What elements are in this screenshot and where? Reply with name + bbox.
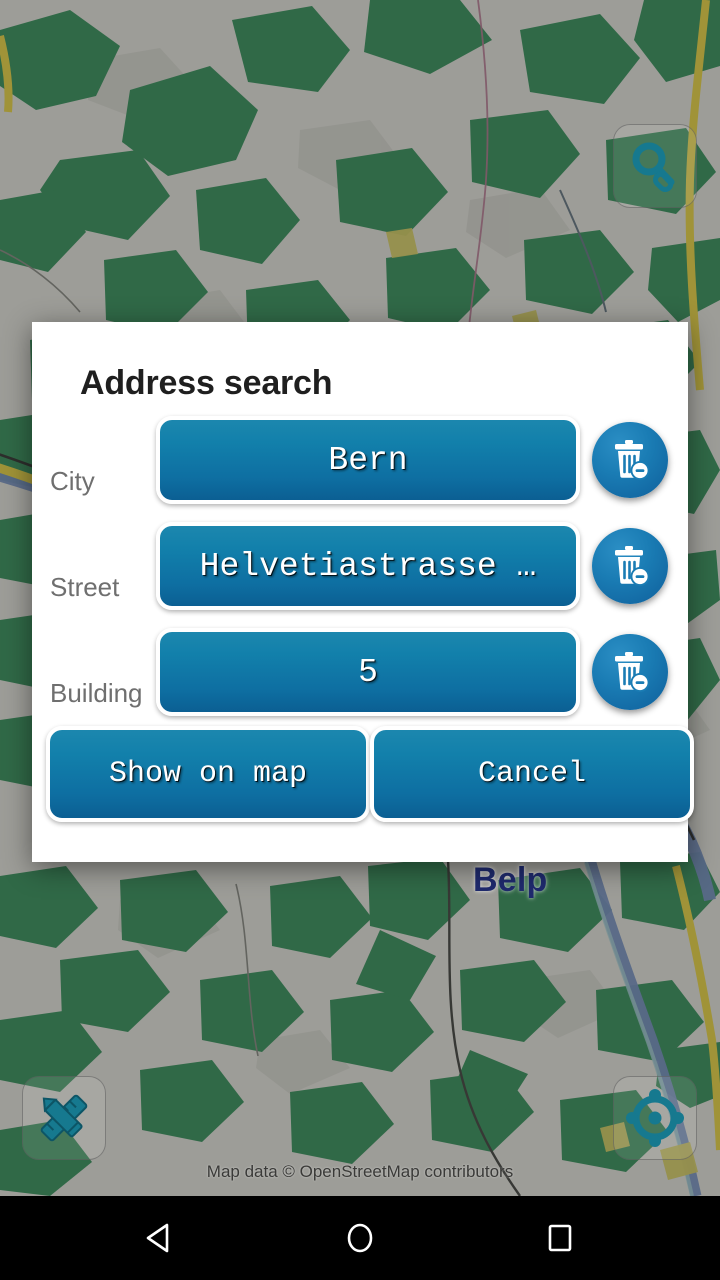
value-button-street[interactable]: Helvetiastrasse … <box>156 522 580 610</box>
address-search-dialog: Address search City Bern Street Helvetia… <box>32 322 694 862</box>
search-icon <box>627 138 683 194</box>
map-measure-button[interactable] <box>22 1076 106 1160</box>
dialog-title: Address search <box>80 364 333 402</box>
value-button-city[interactable]: Bern <box>156 416 580 504</box>
label-city: City <box>50 466 95 496</box>
field-row-street: Street Helvetiastrasse … <box>32 522 688 610</box>
cancel-button[interactable]: Cancel <box>370 726 694 822</box>
clear-button-street[interactable] <box>592 528 668 604</box>
label-street: Street <box>50 572 120 602</box>
field-row-city: City Bern <box>32 416 688 504</box>
map-locate-button[interactable] <box>613 1076 697 1160</box>
trash-minus-icon <box>607 649 653 695</box>
map-search-button[interactable] <box>613 124 697 208</box>
field-row-building: Building 5 <box>32 628 688 716</box>
map-label-belp: Belp <box>473 861 548 899</box>
clear-button-city[interactable] <box>592 422 668 498</box>
dialog-action-row: Show on map Cancel <box>32 726 694 826</box>
back-triangle-icon <box>142 1220 178 1256</box>
trash-minus-icon <box>607 437 653 483</box>
show-on-map-button[interactable]: Show on map <box>46 726 370 822</box>
label-building: Building <box>50 678 143 708</box>
ruler-pencil-icon <box>35 1089 93 1147</box>
nav-recents-button[interactable] <box>480 1196 640 1280</box>
android-navigation-bar <box>0 1196 720 1280</box>
home-circle-icon <box>342 1220 378 1256</box>
crosshair-location-icon <box>626 1089 684 1147</box>
map-attribution: Map data © OpenStreetMap contributors <box>206 1162 514 1181</box>
nav-home-button[interactable] <box>280 1196 440 1280</box>
phone-screen: Belp Map data © OpenStreetMap contributo… <box>0 0 720 1280</box>
value-button-building[interactable]: 5 <box>156 628 580 716</box>
nav-back-button[interactable] <box>80 1196 240 1280</box>
clear-button-building[interactable] <box>592 634 668 710</box>
recents-square-icon <box>542 1220 578 1256</box>
trash-minus-icon <box>607 543 653 589</box>
